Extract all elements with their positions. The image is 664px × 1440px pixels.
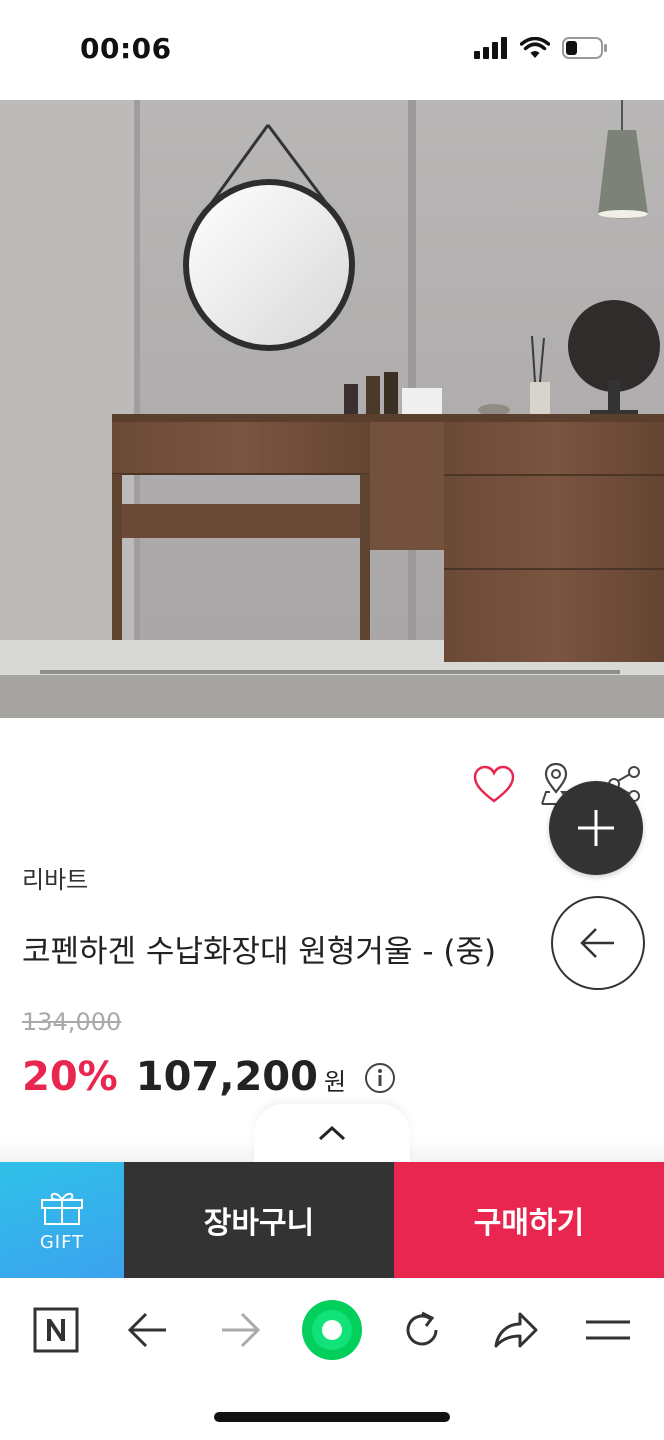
price-row: 20% 107,200 원	[22, 1054, 396, 1100]
back-fab-button[interactable]	[551, 896, 645, 990]
add-to-cart-button[interactable]: 장바구니	[124, 1162, 394, 1278]
menu-button[interactable]	[578, 1300, 638, 1360]
menu-icon	[586, 1320, 630, 1340]
green-dot-button[interactable]	[302, 1300, 362, 1360]
add-fab-button[interactable]	[549, 781, 643, 875]
gift-icon	[41, 1192, 83, 1225]
browser-back-button[interactable]	[118, 1300, 178, 1360]
browser-forward-button[interactable]	[210, 1300, 270, 1360]
status-icons	[474, 36, 608, 60]
info-icon[interactable]	[364, 1062, 396, 1094]
wifi-icon	[520, 37, 550, 58]
share-arrow-icon	[494, 1312, 538, 1348]
heart-icon[interactable]	[472, 764, 516, 804]
original-price: 134,000	[22, 1008, 122, 1036]
naver-home-button[interactable]	[26, 1300, 86, 1360]
plus-icon	[578, 810, 614, 846]
refresh-icon	[406, 1311, 438, 1346]
purchase-action-bar: GIFT 장바구니 구매하기	[0, 1162, 664, 1278]
product-title: 코펜하겐 수납화장대 원형거울 - (중)	[22, 934, 497, 970]
browser-toolbar	[0, 1278, 664, 1382]
brand-name[interactable]: 리바트	[22, 860, 88, 895]
naver-logo-icon	[33, 1307, 79, 1353]
home-icon	[302, 1300, 362, 1360]
signal-icon	[474, 37, 507, 59]
refresh-button[interactable]	[392, 1300, 452, 1360]
back-arrow-icon	[580, 928, 614, 958]
share-page-button[interactable]	[486, 1300, 546, 1360]
forward-icon	[222, 1312, 261, 1348]
status-bar: 00:06	[0, 0, 664, 100]
buy-now-button[interactable]: 구매하기	[394, 1162, 664, 1278]
back-icon	[127, 1312, 166, 1348]
product-image[interactable]	[0, 100, 664, 718]
home-indicator	[214, 1412, 450, 1422]
expand-handle[interactable]	[254, 1104, 410, 1162]
chevron-up-icon	[318, 1125, 346, 1141]
sale-price: 107,200	[135, 1054, 318, 1100]
status-time: 00:06	[80, 32, 172, 65]
discount-rate: 20%	[22, 1054, 118, 1100]
gift-label: GIFT	[39, 1231, 85, 1253]
battery-icon	[562, 37, 607, 59]
gift-button[interactable]: GIFT	[0, 1162, 124, 1278]
currency-unit: 원	[323, 1068, 347, 1096]
